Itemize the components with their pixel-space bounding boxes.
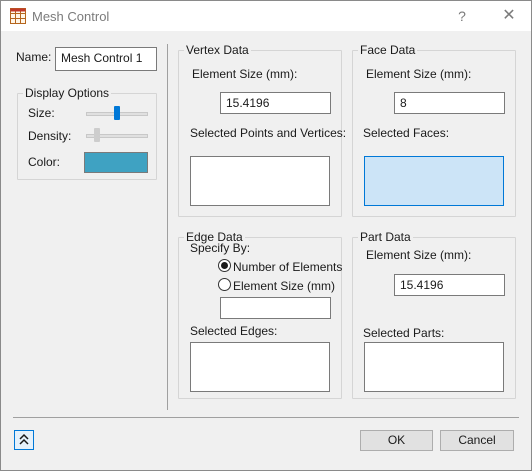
window-title: Mesh Control: [32, 9, 110, 24]
color-swatch[interactable]: [84, 152, 148, 173]
size-label: Size:: [28, 106, 55, 120]
collapse-button[interactable]: [14, 430, 34, 450]
part-selection-list[interactable]: [364, 342, 504, 392]
density-label: Density:: [28, 129, 72, 143]
face-element-size-label: Element Size (mm):: [366, 67, 472, 81]
mesh-control-dialog: Mesh Control ? ✕ Name: Mesh Control 1 Di…: [0, 0, 532, 471]
face-data-title: Face Data: [358, 43, 418, 57]
edge-selection-list[interactable]: [190, 342, 330, 392]
title-bar[interactable]: Mesh Control ? ✕: [1, 1, 531, 31]
size-slider-thumb[interactable]: [114, 106, 120, 120]
cancel-button[interactable]: Cancel: [440, 430, 514, 451]
vertical-divider: [167, 44, 168, 410]
edge-selected-label: Selected Edges:: [190, 324, 278, 338]
number-of-elements-radio[interactable]: [218, 259, 231, 272]
close-icon[interactable]: ✕: [499, 6, 519, 26]
face-element-size-input[interactable]: 8: [394, 92, 505, 114]
vertex-selected-label: Selected Points and Vertices:: [190, 126, 347, 140]
part-data-title: Part Data: [358, 230, 413, 244]
part-element-size-label: Element Size (mm):: [366, 248, 472, 262]
vertex-element-size-input[interactable]: 15.4196: [220, 92, 331, 114]
double-chevron-up-icon: [19, 433, 29, 445]
number-of-elements-label[interactable]: Number of Elements: [233, 260, 342, 274]
name-input[interactable]: Mesh Control 1: [55, 47, 157, 71]
part-element-size-input[interactable]: 15.4196: [394, 274, 505, 296]
element-size-radio[interactable]: [218, 278, 231, 291]
color-label: Color:: [28, 155, 61, 169]
specify-by-label: Specify By:: [190, 241, 251, 255]
display-options-title: Display Options: [23, 86, 112, 100]
part-selected-label: Selected Parts:: [363, 326, 445, 340]
vertex-selection-list[interactable]: [190, 156, 330, 206]
radio-selected-dot: [221, 262, 228, 269]
ok-button[interactable]: OK: [360, 430, 433, 451]
element-size-radio-label[interactable]: Element Size (mm): [233, 279, 335, 293]
help-icon[interactable]: ?: [452, 6, 472, 26]
vertex-element-size-label: Element Size (mm):: [192, 67, 298, 81]
face-selection-list[interactable]: [364, 156, 504, 206]
name-label: Name:: [16, 50, 52, 64]
grid-app-icon: [10, 8, 26, 24]
face-selected-label: Selected Faces:: [363, 126, 450, 140]
footer-divider: [13, 417, 519, 418]
vertex-data-title: Vertex Data: [184, 43, 251, 57]
edge-value-input[interactable]: [220, 297, 331, 319]
density-slider-thumb[interactable]: [94, 128, 101, 142]
